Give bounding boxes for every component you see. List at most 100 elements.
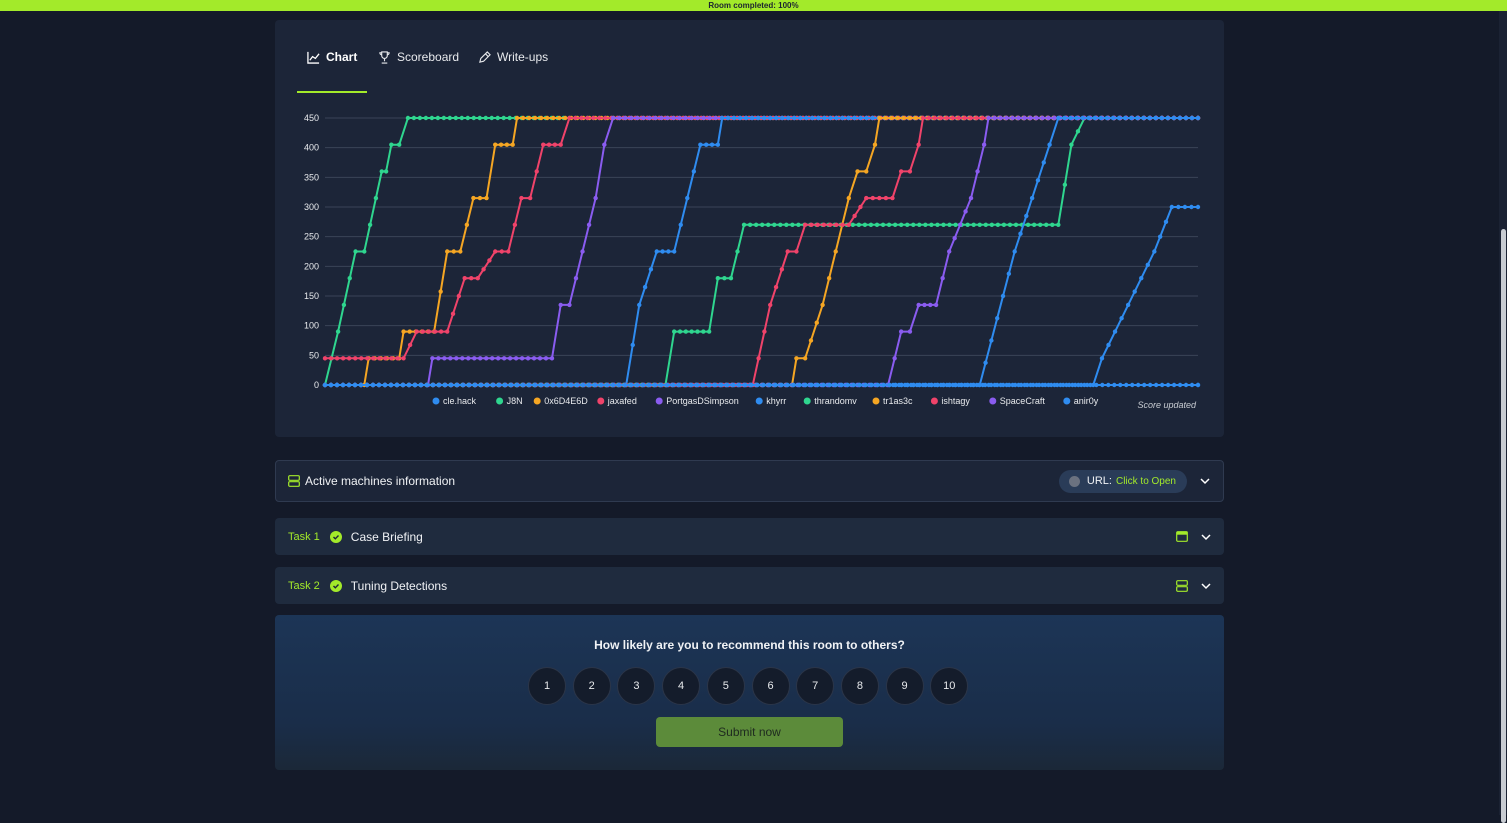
data-point: [911, 222, 916, 227]
data-point: [484, 382, 490, 388]
data-point: [1013, 382, 1018, 388]
data-point: [685, 195, 690, 201]
data-point: [846, 222, 851, 227]
data-point: [1183, 382, 1189, 388]
rating-button-7[interactable]: 7: [796, 667, 835, 705]
rating-button-9[interactable]: 9: [885, 667, 924, 705]
data-point: [1028, 115, 1033, 121]
data-point: [567, 302, 572, 308]
legend-marker: [1063, 397, 1071, 405]
data-point: [956, 115, 962, 121]
rating-button-8[interactable]: 8: [840, 667, 879, 705]
data-point: [520, 115, 526, 121]
chevron-down-icon[interactable]: [1200, 531, 1212, 543]
data-point: [1025, 382, 1030, 388]
room-progress-bar: Room completed: 100%: [0, 0, 1507, 11]
data-point: [458, 249, 463, 254]
data-point: [665, 115, 670, 121]
data-point: [917, 222, 922, 227]
data-point: [778, 382, 784, 388]
rating-button-5[interactable]: 5: [706, 667, 745, 705]
tab-scoreboard[interactable]: Scoreboard: [378, 42, 459, 72]
data-point: [382, 382, 388, 388]
active-machines-panel[interactable]: Active machines information URL: Click t…: [275, 460, 1224, 502]
data-point: [1195, 115, 1201, 121]
legend-label: jaxafed: [607, 396, 637, 406]
data-point: [834, 115, 839, 121]
data-point: [634, 382, 640, 388]
tab-chart[interactable]: Chart: [307, 42, 357, 72]
data-point: [1141, 382, 1147, 388]
data-point: [450, 311, 456, 316]
data-point: [483, 356, 489, 361]
rating-button-3[interactable]: 3: [617, 667, 656, 705]
data-point: [647, 115, 652, 121]
data-point: [1079, 382, 1084, 388]
task-1-panel[interactable]: Task 1 Case Briefing: [275, 518, 1224, 555]
chevron-down-icon[interactable]: [1200, 580, 1212, 592]
data-point: [1000, 293, 1006, 299]
data-point: [610, 382, 616, 388]
data-point: [405, 115, 411, 121]
rating-button-4[interactable]: 4: [662, 667, 701, 705]
scrollbar-thumb[interactable]: [1501, 229, 1506, 823]
data-point: [550, 382, 556, 388]
data-point: [507, 115, 512, 121]
data-point: [904, 382, 910, 388]
data-point: [820, 382, 826, 388]
tab-write-ups[interactable]: Write-ups: [478, 42, 548, 72]
data-point: [1182, 204, 1188, 210]
data-point: [546, 142, 552, 147]
data-point: [907, 329, 913, 334]
data-point: [1171, 115, 1176, 121]
rating-button-1[interactable]: 1: [528, 667, 566, 705]
browser-window-icon: [1176, 531, 1188, 542]
data-point: [495, 356, 501, 361]
data-point: [1171, 382, 1177, 388]
chevron-down-icon[interactable]: [1199, 475, 1211, 487]
submit-button[interactable]: Submit now: [656, 717, 843, 747]
series-line-PortgasDSimpson: [427, 117, 1198, 386]
data-point: [362, 249, 367, 254]
data-point: [1147, 115, 1152, 121]
data-point: [438, 329, 444, 334]
data-point: [1074, 115, 1079, 121]
data-point: [868, 222, 874, 227]
data-point: [892, 382, 898, 388]
data-point: [864, 115, 869, 121]
data-point: [526, 382, 532, 388]
data-point: [907, 169, 913, 174]
data-point: [442, 356, 447, 361]
data-point: [603, 115, 608, 121]
data-point: [834, 222, 839, 227]
data-point: [827, 222, 833, 227]
data-point: [1075, 129, 1081, 134]
data-point: [1183, 115, 1189, 121]
data-point: [874, 382, 880, 388]
data-point: [778, 222, 783, 227]
url-open-button[interactable]: URL: Click to Open: [1058, 469, 1187, 493]
data-point: [1062, 115, 1067, 121]
data-point: [466, 356, 471, 361]
chart-line-icon: [307, 51, 320, 64]
task-2-panel[interactable]: Task 2 Tuning Detections: [275, 567, 1224, 604]
rating-button-10[interactable]: 10: [930, 667, 969, 705]
data-point: [1047, 142, 1052, 147]
url-link[interactable]: Click to Open: [1116, 476, 1176, 487]
data-point: [436, 356, 441, 361]
data-point: [706, 382, 712, 388]
data-point: [682, 382, 688, 388]
data-point: [1106, 342, 1111, 348]
rating-button-2[interactable]: 2: [572, 667, 611, 705]
data-point: [748, 382, 754, 388]
data-point: [698, 142, 703, 147]
data-point: [504, 142, 510, 147]
rating-button-6[interactable]: 6: [751, 667, 790, 705]
data-point: [502, 382, 508, 388]
scrollbar[interactable]: [1499, 11, 1507, 823]
data-point: [496, 382, 502, 388]
data-point: [531, 356, 537, 361]
data-point: [728, 276, 734, 281]
data-point: [872, 142, 878, 147]
data-point: [641, 115, 646, 121]
